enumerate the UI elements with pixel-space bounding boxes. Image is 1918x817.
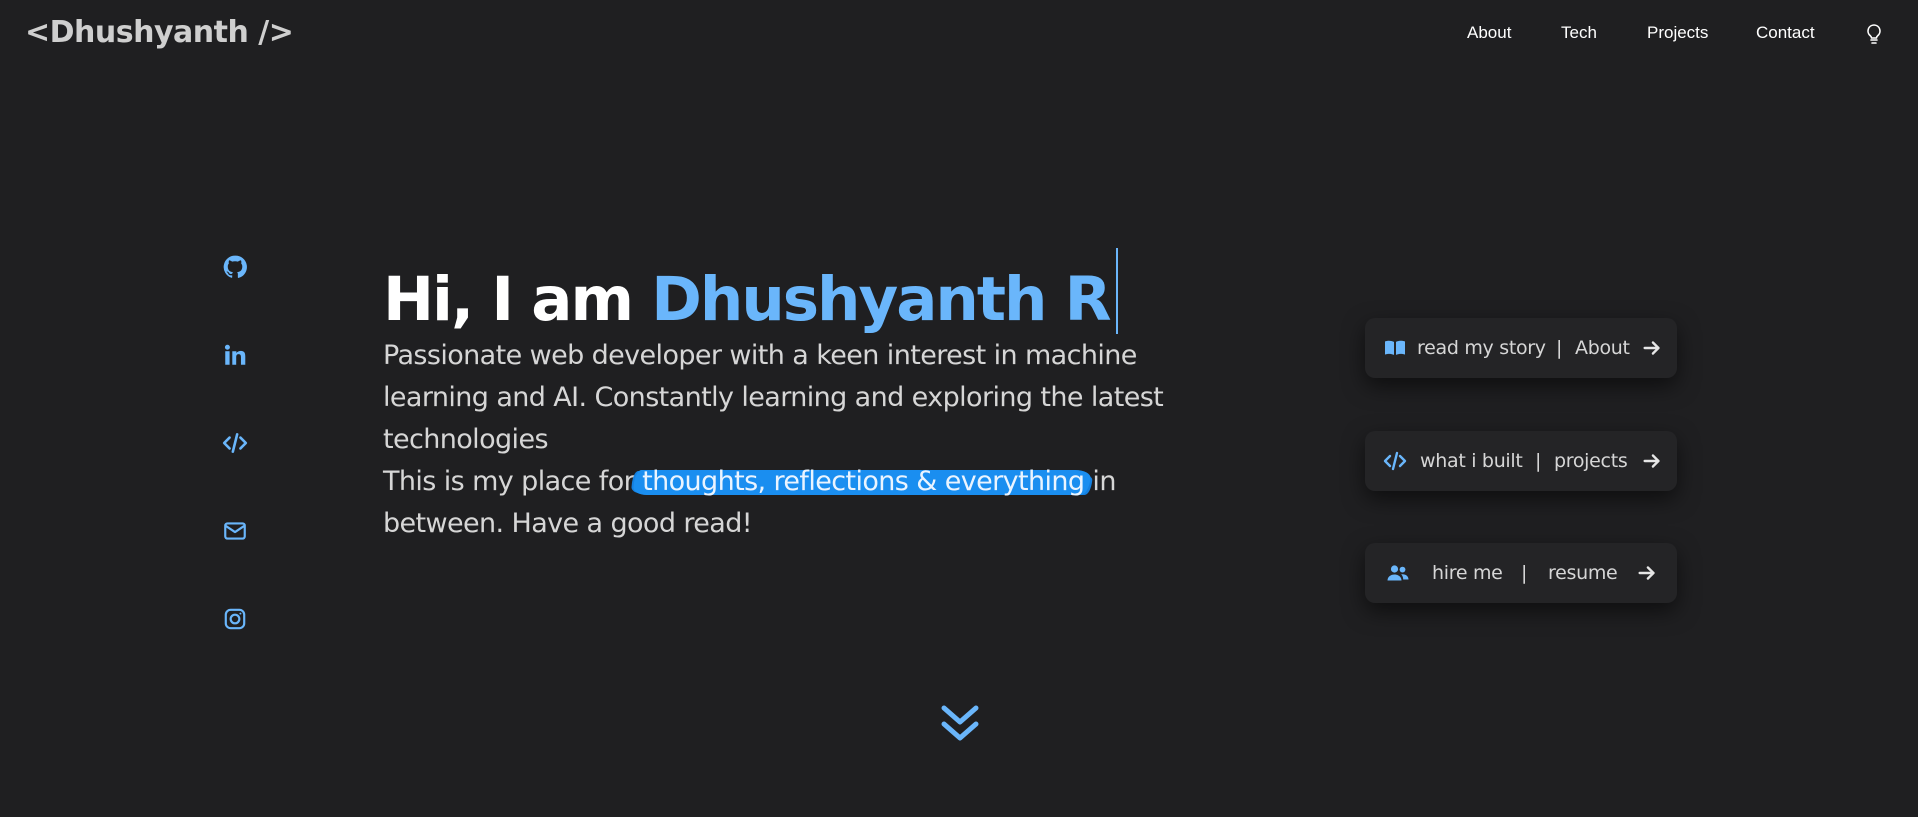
card-label: read my story xyxy=(1417,337,1546,359)
arrow-right-icon xyxy=(1641,450,1663,472)
code-icon xyxy=(1383,449,1407,473)
card-label: hire me xyxy=(1432,562,1503,584)
double-chevron-down-icon[interactable] xyxy=(936,700,984,748)
users-icon xyxy=(1386,561,1410,585)
card-target: About xyxy=(1575,337,1630,359)
nav-link-contact[interactable]: Contact xyxy=(1756,22,1815,44)
hero-intro-text: Passionate web developer with a keen int… xyxy=(383,340,1164,455)
card-target: projects xyxy=(1554,450,1628,472)
nav-link-tech[interactable]: Tech xyxy=(1561,22,1597,44)
brush-highlight: thoughts, reflections & everything xyxy=(642,466,1085,497)
github-icon[interactable] xyxy=(220,252,250,282)
linkedin-icon[interactable] xyxy=(220,340,250,370)
card-separator: | xyxy=(1521,562,1528,584)
nav-link-projects[interactable]: Projects xyxy=(1647,22,1708,44)
site-logo[interactable]: <Dhushyanth /> xyxy=(25,12,294,54)
hero-line2-prefix: This is my place for xyxy=(383,466,643,497)
card-label: what i built xyxy=(1420,450,1523,472)
card-separator: | xyxy=(1556,337,1563,359)
hero-name: Dhushyanth R xyxy=(651,264,1111,335)
code-icon[interactable] xyxy=(220,428,250,458)
mail-icon[interactable] xyxy=(220,516,250,546)
main-nav: About Tech Projects Contact xyxy=(1418,22,1918,46)
card-hire-me[interactable]: hire me | resume xyxy=(1365,543,1677,603)
card-read-story[interactable]: read my story | About xyxy=(1365,318,1677,378)
hero-greeting: Hi, I am xyxy=(383,264,652,335)
book-icon xyxy=(1383,336,1407,360)
arrow-right-icon xyxy=(1641,337,1663,359)
hero-heading: Hi, I am Dhushyanth R xyxy=(383,248,1118,341)
card-target: resume xyxy=(1548,562,1618,584)
lightbulb-icon[interactable] xyxy=(1862,22,1886,46)
card-separator: | xyxy=(1535,450,1542,472)
typing-cursor xyxy=(1115,248,1118,334)
card-what-i-built[interactable]: what i built | projects xyxy=(1365,431,1677,491)
arrow-right-icon xyxy=(1636,562,1658,584)
hero-description: Passionate web developer with a keen int… xyxy=(383,335,1243,545)
nav-link-about[interactable]: About xyxy=(1467,22,1511,44)
instagram-icon[interactable] xyxy=(220,604,250,634)
